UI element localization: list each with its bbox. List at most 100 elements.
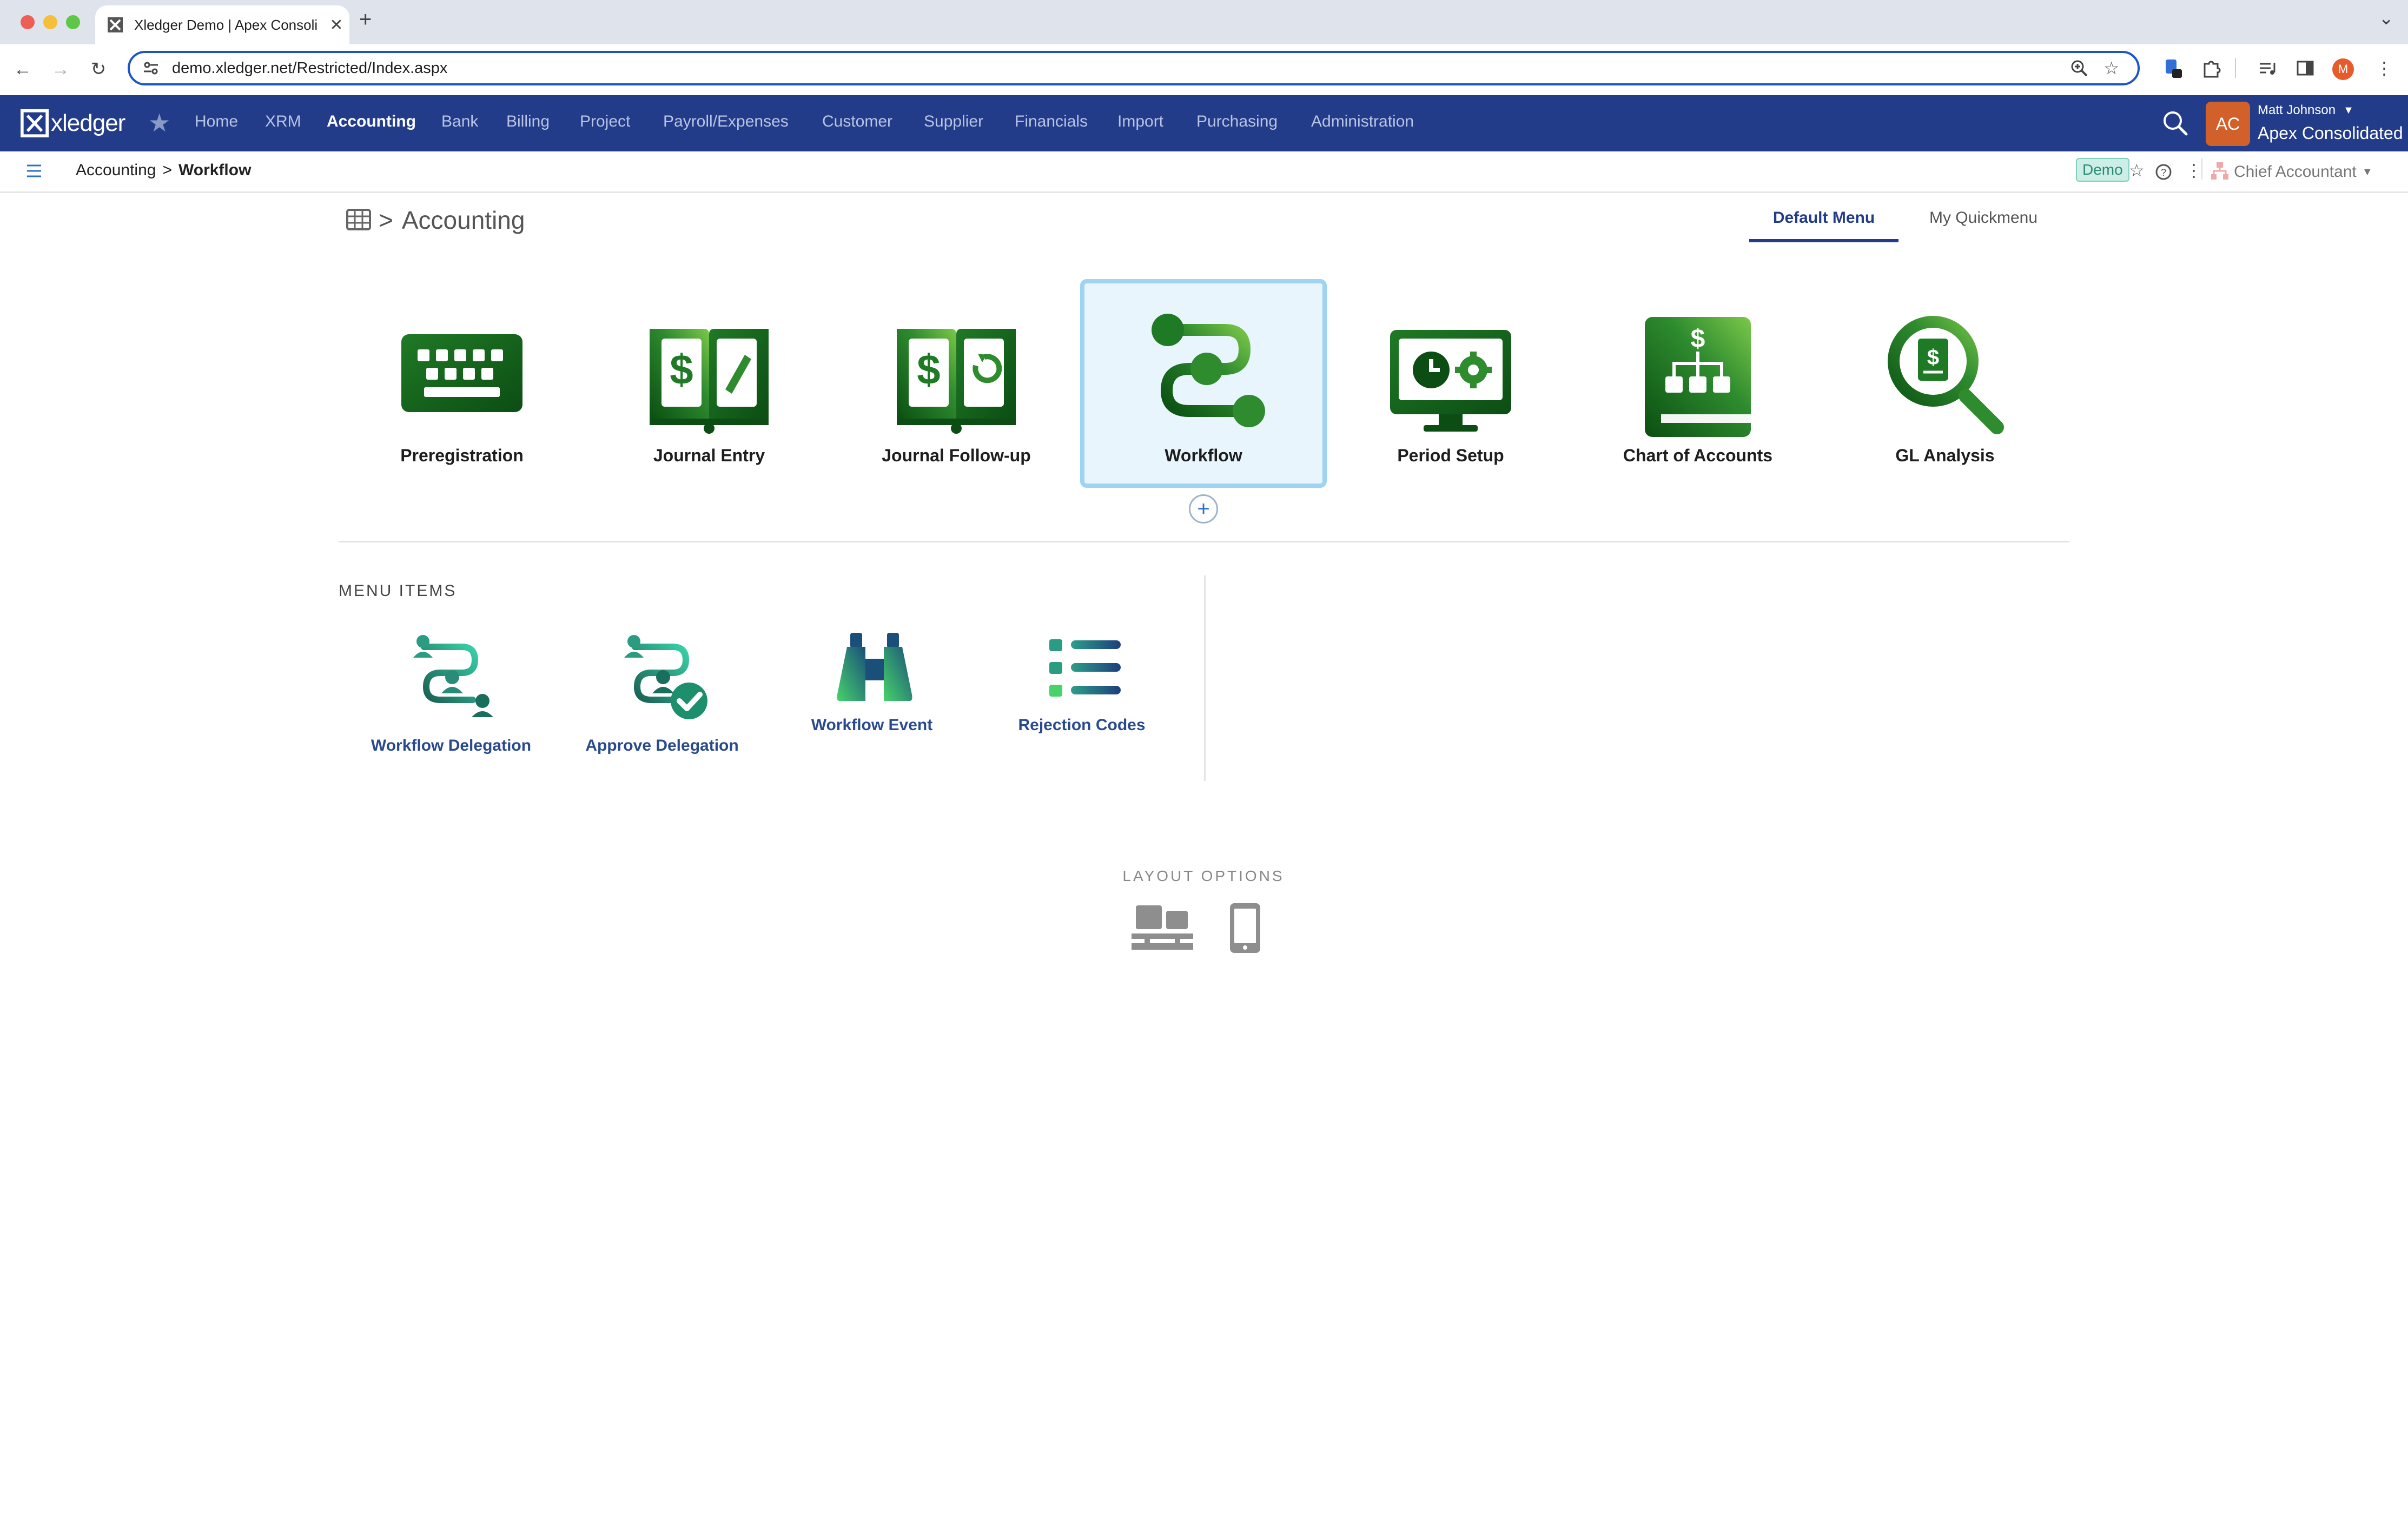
add-tile-button[interactable]: + [1189, 494, 1218, 524]
logo-text: xledger [51, 110, 125, 136]
bookmark-star-icon[interactable]: ☆ [2103, 58, 2119, 78]
tile-label: Period Setup [1397, 446, 1504, 465]
menu-item-workflow-delegation[interactable]: Workflow Delegation [348, 631, 554, 760]
page-breadcrumb: > Accounting [379, 206, 525, 235]
role-caret-icon: ▼ [2361, 165, 2373, 178]
nav-purchasing[interactable]: Purchasing [1196, 112, 1278, 131]
journal-entry-icon: $ [650, 329, 769, 434]
nav-home[interactable]: Home [195, 112, 238, 131]
window-close-button[interactable] [21, 15, 35, 29]
close-tab-icon[interactable]: ✕ [323, 16, 349, 35]
browser-tab-title: Xledger Demo | Apex Consoli [134, 16, 318, 33]
url-text: demo.xledger.net/Restricted/Index.aspx [172, 59, 448, 77]
tab-search-chevron-icon[interactable]: ⌄ [2379, 8, 2394, 29]
nav-supplier[interactable]: Supplier [924, 112, 983, 131]
site-info-icon[interactable] [142, 59, 160, 77]
menu-items-vertical-divider [1204, 575, 1206, 781]
toolbar-separator [2235, 58, 2236, 78]
tile-journal-follow-up[interactable]: $ Journal Follow-up [833, 279, 1080, 488]
subheader-separator [2201, 158, 2202, 180]
menu-item-label: Workflow Event [811, 716, 933, 734]
window-minimize-button[interactable] [43, 15, 57, 29]
favorite-page-star-icon[interactable]: ☆ [2129, 160, 2145, 181]
apps-grid-icon[interactable] [346, 209, 371, 230]
page-crumb-separator: > [379, 206, 393, 234]
workflow-delegation-icon [413, 635, 493, 717]
nav-project[interactable]: Project [580, 112, 630, 131]
desktop-layout-icon[interactable] [1130, 903, 1194, 953]
section-divider [339, 541, 2069, 542]
new-tab-button[interactable]: + [359, 8, 372, 32]
window-zoom-button[interactable] [66, 15, 80, 29]
browser-menu-kebab-icon[interactable]: ⋮ [2372, 56, 2396, 80]
tile-label: Chart of Accounts [1623, 446, 1773, 465]
tile-label: Workflow [1165, 446, 1242, 465]
address-bar[interactable]: demo.xledger.net/Restricted/Index.aspx ☆ [128, 51, 2140, 85]
extensions-puzzle-icon[interactable] [2199, 56, 2223, 80]
nav-administration[interactable]: Administration [1311, 112, 1414, 131]
header-search-icon[interactable] [2160, 108, 2191, 138]
tile-workflow[interactable]: Workflow [1080, 279, 1327, 488]
reload-icon[interactable]: ↻ [84, 55, 113, 83]
forward-arrow-icon[interactable]: → [47, 55, 75, 83]
tile-chart-of-accounts[interactable]: $ Chart of Accounts [1575, 279, 1821, 488]
tile-label: Journal Entry [653, 446, 765, 465]
tile-journal-entry[interactable]: $ Journal Entry [586, 279, 832, 488]
tile-period-setup[interactable]: Period Setup [1327, 279, 1574, 488]
nav-customer[interactable]: Customer [822, 112, 892, 131]
user-menu[interactable]: Matt Johnson ▼ [2258, 103, 2354, 118]
back-arrow-icon[interactable]: ← [9, 55, 37, 83]
keyboard-icon [401, 334, 522, 412]
period-setup-icon [1390, 330, 1511, 432]
user-menu-caret-icon: ▼ [2343, 104, 2354, 116]
chart-of-accounts-icon: $ [1645, 317, 1751, 437]
media-queue-icon[interactable] [2255, 56, 2279, 80]
demo-badge: Demo [2076, 158, 2129, 182]
nav-xrm[interactable]: XRM [265, 112, 301, 131]
list-icon [1049, 639, 1121, 697]
hamburger-menu-icon[interactable] [25, 163, 43, 178]
browser-profile-avatar[interactable]: M [2332, 58, 2354, 80]
favorites-star-icon[interactable]: ★ [148, 108, 170, 137]
company-name[interactable]: Apex Consolidated [2258, 123, 2403, 143]
user-name: Matt Johnson [2258, 103, 2336, 117]
role-selector[interactable]: Chief Accountant ▼ [2210, 161, 2373, 183]
tab-default-menu[interactable]: Default Menu [1749, 209, 1898, 242]
binoculars-icon [837, 633, 912, 701]
gl-analysis-icon: $ [1888, 316, 2004, 434]
help-icon[interactable]: ? [2155, 163, 2172, 181]
tile-preregistration[interactable]: Preregistration [339, 279, 585, 488]
nav-bank[interactable]: Bank [441, 112, 478, 131]
tile-label: Preregistration [400, 446, 524, 465]
browser-tab[interactable]: Xledger Demo | Apex Consoli ✕ [95, 5, 349, 44]
nav-accounting[interactable]: Accounting [327, 112, 416, 131]
xledger-logo[interactable]: xledger [21, 107, 125, 140]
menu-item-approve-delegation[interactable]: Approve Delegation [559, 631, 765, 760]
nav-payroll-expenses[interactable]: Payroll/Expenses [663, 112, 789, 131]
nav-import[interactable]: Import [1117, 112, 1163, 131]
tile-label: Journal Follow-up [882, 446, 1031, 465]
workflow-icon [1152, 314, 1265, 427]
mobile-layout-icon[interactable] [1228, 902, 1262, 954]
extension-badge-icon[interactable] [2161, 56, 2185, 80]
approve-delegation-icon [624, 635, 707, 719]
zoom-icon[interactable] [2070, 59, 2088, 77]
menu-items-heading: MENU ITEMS [339, 582, 457, 600]
nav-financials[interactable]: Financials [1015, 112, 1088, 131]
tile-gl-analysis[interactable]: $ GL Analysis [1822, 279, 2068, 488]
menu-item-workflow-event[interactable]: Workflow Event [769, 631, 975, 760]
menu-item-rejection-codes[interactable]: Rejection Codes [979, 631, 1185, 760]
xledger-logo-mark-icon [21, 109, 49, 137]
sub-header [0, 151, 2408, 193]
nav-billing[interactable]: Billing [506, 112, 550, 131]
svg-text:$: $ [1691, 325, 1705, 353]
more-options-kebab-icon[interactable]: ⋮ [2185, 160, 2202, 181]
journal-followup-icon: $ [897, 329, 1016, 434]
tile-label: GL Analysis [1895, 446, 1995, 465]
company-avatar[interactable]: AC [2206, 102, 2250, 146]
breadcrumb-workflow: Workflow [178, 161, 252, 179]
role-org-icon [2211, 162, 2228, 180]
tab-my-quickmenu[interactable]: My Quickmenu [1910, 209, 2056, 227]
side-panel-icon[interactable] [2293, 56, 2317, 80]
breadcrumb-accounting[interactable]: Accounting [76, 161, 156, 180]
